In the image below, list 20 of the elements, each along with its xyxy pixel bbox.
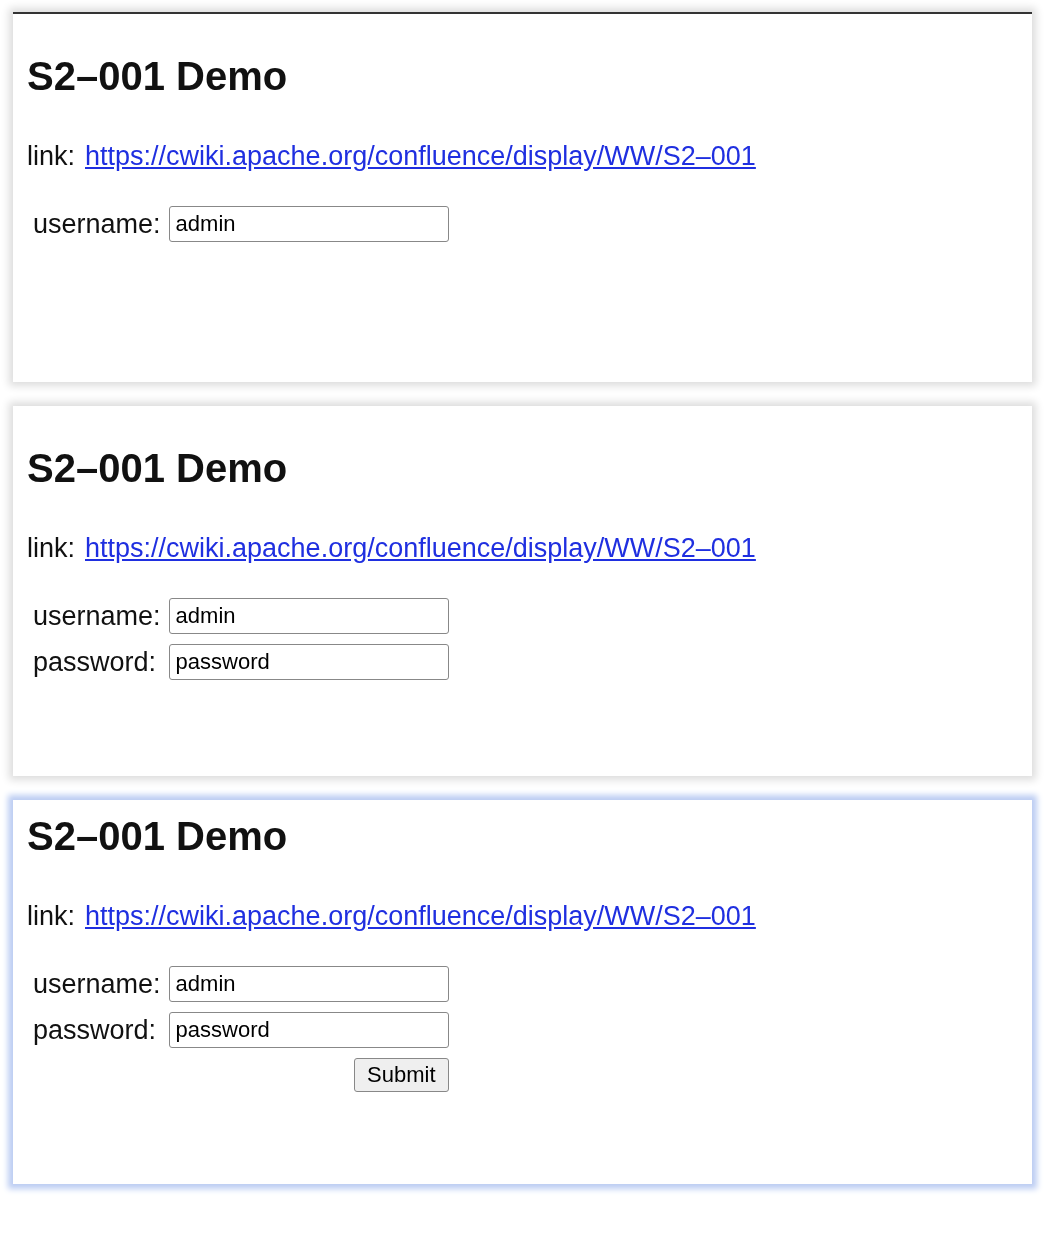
input-field[interactable]: password	[168, 1012, 449, 1048]
field-label: password:	[33, 1014, 158, 1046]
input-field[interactable]: admin	[168, 206, 449, 242]
link-label: link:	[27, 141, 75, 172]
link-label: link:	[27, 533, 75, 564]
page-title: S2–001 Demo	[27, 446, 289, 491]
field-label: username:	[33, 968, 161, 1000]
input-field[interactable]: admin	[168, 598, 449, 634]
field-label: username:	[33, 208, 161, 240]
page-title: S2–001 Demo	[27, 54, 289, 99]
link-label: link:	[27, 901, 75, 932]
input-field[interactable]: admin	[168, 966, 449, 1002]
link[interactable]: https://cwiki.apache.org/confluence/display/WW/S2–001	[85, 901, 756, 932]
field-label: username:	[33, 600, 161, 632]
submit-button[interactable]: Submit	[354, 1058, 449, 1092]
page-title: S2–001 Demo	[27, 814, 289, 859]
link[interactable]: https://cwiki.apache.org/confluence/display/WW/S2–001	[85, 141, 756, 172]
field-label: password:	[33, 646, 158, 678]
input-field[interactable]: password	[168, 644, 449, 680]
link[interactable]: https://cwiki.apache.org/confluence/display/WW/S2–001	[85, 533, 756, 564]
